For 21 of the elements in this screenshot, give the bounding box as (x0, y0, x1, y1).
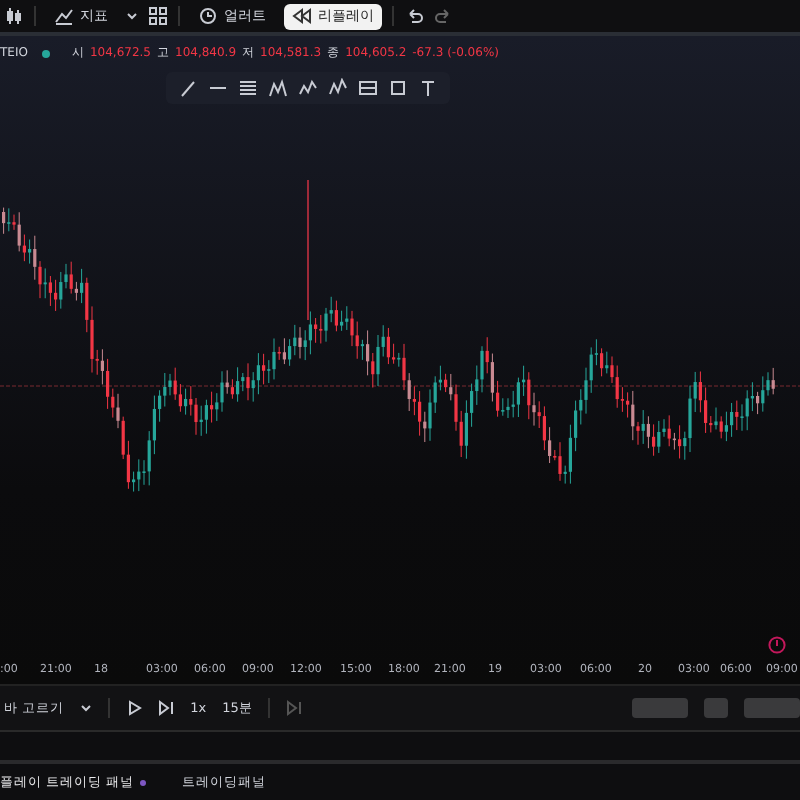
fib-icon[interactable] (238, 78, 258, 98)
jump-to-end-icon[interactable] (286, 700, 303, 716)
caret-icon[interactable] (126, 10, 138, 22)
line-chart-icon (54, 6, 74, 26)
pattern-icon[interactable] (268, 78, 288, 98)
caret-icon[interactable] (80, 702, 93, 714)
candle-icon[interactable] (4, 6, 24, 26)
replay-marker-icon[interactable] (768, 636, 786, 654)
undo-icon[interactable] (404, 6, 424, 26)
rewind-icon (292, 6, 312, 26)
play-icon[interactable] (126, 700, 143, 716)
rectangle-icon[interactable] (388, 78, 408, 98)
marker-line (307, 179, 309, 321)
status-dot (41, 49, 50, 57)
redo-icon[interactable] (434, 6, 454, 26)
text-icon[interactable] (418, 78, 438, 98)
grid-icon[interactable] (148, 6, 168, 26)
line-tool-icon[interactable] (178, 78, 198, 98)
clock-icon (198, 6, 218, 26)
ruler-icon[interactable] (358, 78, 378, 98)
step-forward-icon[interactable] (158, 700, 175, 716)
